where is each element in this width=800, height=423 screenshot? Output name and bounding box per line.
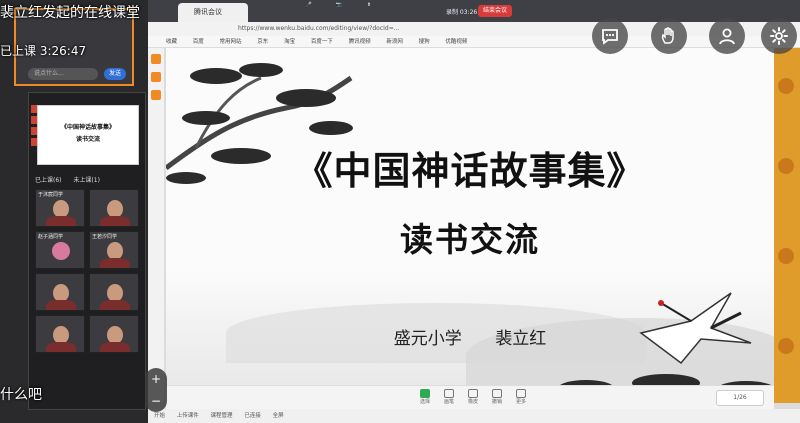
bookmarks-bar: 收藏 百度 常用网站 京东 淘宝 百度一下 腾讯视频 新浪网 搜狗 优酷视频 [148, 36, 800, 48]
send-button[interactable]: 发送 [104, 68, 126, 80]
pen-icon [444, 389, 454, 398]
undo-tool[interactable]: 撤销 [486, 388, 508, 408]
bookmark[interactable]: 京东 [257, 39, 268, 45]
left-panel: 说点什么... 发送 《中国神话故事集》 读书交流 已上课(6) 未上课(1) … [0, 0, 148, 423]
tab-not-joined[interactable]: 未上课(1) [73, 177, 100, 184]
browser-tab[interactable]: 腾讯会议 [178, 3, 248, 22]
participant-tile[interactable]: 王若汐同学 [89, 231, 139, 269]
more-tool[interactable]: 更多 [510, 388, 532, 408]
gear-icon [770, 27, 788, 45]
app-icon[interactable] [151, 90, 161, 100]
person-icon [719, 28, 735, 45]
app-icon[interactable] [151, 54, 161, 64]
message-input[interactable]: 说点什么... [28, 68, 98, 80]
expand-control[interactable]: + − [145, 368, 167, 412]
bookmark[interactable]: 百度 [193, 39, 204, 45]
bookmark[interactable]: 收藏 [166, 39, 177, 45]
settings-button[interactable] [761, 18, 797, 54]
bookmark[interactable]: 常用网站 [220, 39, 242, 45]
status-item[interactable]: 开始 [154, 413, 165, 419]
bookmark[interactable]: 百度一下 [311, 39, 333, 45]
more-icon [516, 389, 526, 398]
pen-tool[interactable]: 画笔 [438, 388, 460, 408]
profile-button[interactable] [709, 18, 745, 54]
raise-hand-button[interactable] [651, 18, 687, 54]
class-timer: 已上课 3:26:47 [0, 44, 87, 58]
participant-tile[interactable] [89, 273, 139, 311]
eraser-tool[interactable]: 橡皮 [462, 388, 484, 408]
participant-tile[interactable] [35, 315, 85, 353]
select-tool[interactable]: 选择 [414, 388, 436, 408]
camera-icon[interactable]: 📷 [328, 2, 350, 20]
school-name: 盛元小学 [393, 329, 462, 349]
bookmark[interactable]: 搜狗 [419, 39, 430, 45]
address-bar[interactable]: https://www.wenku.baidu.com/editing/view… [148, 22, 800, 36]
decorative-strip [774, 48, 800, 403]
browser-tabbar: 腾讯会议 🎤 📷 ⬆ 录制 03:26:40 结束会议 [148, 0, 800, 22]
tab-joined[interactable]: 已上课(6) [35, 177, 62, 184]
participant-tile[interactable] [89, 315, 139, 353]
attendance-tabs: 已上课(6) 未上课(1) [35, 175, 141, 187]
participant-tile[interactable]: 赵子涵同学 [35, 231, 85, 269]
mic-icon[interactable]: 🎤 [298, 2, 320, 20]
pointer-icon [420, 389, 430, 398]
status-item: 已连接 [244, 413, 261, 419]
chat-icon [602, 29, 618, 45]
slide-title: 《中国神话故事集》 [294, 148, 646, 193]
screen: 腾讯会议 🎤 📷 ⬆ 录制 03:26:40 结束会议 https://www.… [0, 0, 800, 423]
page-indicator[interactable]: 1/26 [716, 390, 764, 406]
undo-icon [492, 389, 502, 398]
chat-button[interactable] [592, 18, 628, 54]
participant-tile[interactable] [89, 189, 139, 227]
slide-subtitle: 读书交流 [400, 220, 540, 259]
bookmark[interactable]: 腾讯视频 [349, 39, 371, 45]
bookmark[interactable]: 淘宝 [284, 39, 295, 45]
presentation-toolbar: 选择 画笔 橡皮 撤销 更多 1/26 [166, 385, 774, 409]
teacher-name: 裴立红 [495, 329, 547, 349]
app-icon[interactable] [151, 72, 161, 82]
status-bar: 开始 上传课件 课程管理 已连接 全屏 [148, 409, 800, 423]
class-preview-panel: 《中国神话故事集》 读书交流 已上课(6) 未上课(1) 于沐宸同学 赵子涵同学… [28, 92, 146, 410]
browser-side-strip [148, 48, 164, 403]
participant-tile[interactable]: 于沐宸同学 [35, 189, 85, 227]
class-title: 裴立红发起的在线课堂 [0, 5, 140, 21]
status-item[interactable]: 课程管理 [211, 413, 233, 419]
thumbnail-title: 《中国神话故事集》 [60, 124, 115, 131]
raise-hand-icon [661, 27, 674, 44]
presentation-slide: 《中国神话故事集》 读书交流 盛元小学 裴立红 [166, 48, 774, 403]
participant-tile[interactable] [35, 273, 85, 311]
bookmark[interactable]: 优酷视频 [445, 39, 467, 45]
end-meeting-button[interactable]: 结束会议 [478, 5, 512, 17]
chat-snippet: 什么吧 [0, 387, 42, 403]
slide-thumbnail[interactable]: 《中国神话故事集》 读书交流 [37, 105, 139, 165]
bookmark[interactable]: 新浪网 [386, 39, 403, 45]
status-item[interactable]: 全屏 [273, 413, 284, 419]
eraser-icon [468, 389, 478, 398]
share-icon[interactable]: ⬆ [358, 2, 380, 20]
thumbnail-subtitle: 读书交流 [75, 136, 100, 143]
status-item[interactable]: 上传课件 [177, 413, 199, 419]
